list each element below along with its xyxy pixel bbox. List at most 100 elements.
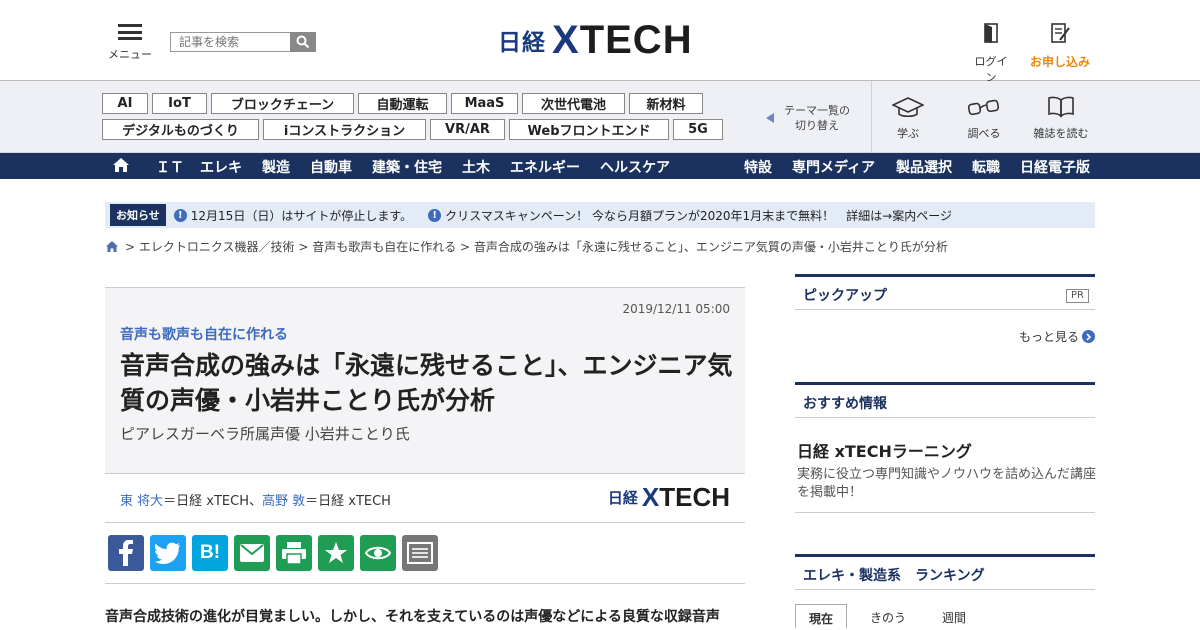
nav-item-healthcare[interactable]: ヘルスケア — [600, 157, 670, 177]
mail-icon — [240, 544, 264, 562]
theme-tag-maas[interactable]: MaaS — [451, 93, 518, 114]
article-title: 音声合成の強みは「永遠に残せること」、エンジニア気質の声優・小岩井ことり氏が分析 — [120, 351, 733, 415]
theme-tag-i-construction[interactable]: iコンストラクション — [263, 119, 426, 140]
recommend-title: おすすめ情報 — [803, 396, 887, 412]
author-line: 東 将大＝日経 xTECH、高野 敦＝日経 xTECH — [120, 494, 391, 509]
logo-nikkei: 日経 — [498, 30, 546, 56]
tab-weekly[interactable]: 週間 — [929, 604, 979, 628]
apply-button[interactable]: お申し込み — [1029, 22, 1091, 70]
nav-item-products[interactable]: 製品選択 — [896, 157, 952, 177]
nav-item-civil[interactable]: 土木 — [462, 157, 490, 177]
nav-item-nikkei-digital[interactable]: 日経電子版 — [1020, 157, 1090, 177]
nav-item-automotive[interactable]: 自動車 — [310, 157, 352, 177]
theme-tag-blockchain[interactable]: ブロックチェーン — [211, 93, 354, 114]
author-link[interactable]: 東 将大 — [120, 494, 163, 509]
nav-item-jobs[interactable]: 転職 — [972, 157, 1000, 177]
login-button[interactable]: ログイン — [970, 22, 1012, 85]
theme-tag-battery[interactable]: 次世代電池 — [522, 93, 625, 114]
sidebar-recommend: おすすめ情報 日経 xTECHラーニング 実務に役立つ専門知識やノウハウを詰め込… — [795, 382, 1096, 522]
theme-switch-button[interactable]: テーマ一覧の 切り替え — [766, 103, 850, 133]
author-link[interactable]: 高野 敦 — [262, 494, 305, 509]
menu-label: メニュー — [108, 48, 152, 61]
arrow-left-icon — [766, 113, 774, 123]
article-lead: 音声合成技術の進化が目覚ましい。しかし、それを支えているのは声優などによる良質な… — [105, 609, 720, 625]
theme-bar: AI IoT ブロックチェーン 自動運転 MaaS 次世代電池 新材料 デジタル… — [0, 81, 1200, 153]
sidebar-pickup: ピックアップ PR もっと見る — [795, 274, 1095, 354]
star-icon — [325, 542, 347, 563]
watch-button[interactable] — [360, 535, 396, 571]
theme-tag-ai[interactable]: AI — [102, 93, 148, 114]
printer-icon — [282, 542, 306, 564]
theme-switch-label: テーマ一覧の 切り替え — [784, 104, 850, 132]
breadcrumb-item-current: 音声合成の強みは「永遠に残せること」、エンジニア気質の声優・小岩井ことり氏が分析 — [473, 240, 948, 254]
search-button[interactable] — [290, 32, 316, 52]
document-icon — [407, 542, 433, 564]
logo-xtech: XTECH — [552, 18, 693, 62]
info-icon: ! — [428, 208, 442, 222]
site-logo[interactable]: 日経 XTECH — [498, 20, 693, 60]
notice-item-outage[interactable]: 12月15日（日）はサイトが停止します。 — [191, 207, 412, 224]
article-series-link[interactable]: 音声も歌声も自在に作れる — [120, 324, 288, 344]
article-header: 2019/12/11 05:00 音声も歌声も自在に作れる 音声合成の強みは「永… — [105, 287, 745, 473]
nav-item-energy[interactable]: エネルギー — [510, 157, 580, 177]
mail-share-button[interactable] — [234, 535, 270, 571]
divider — [795, 512, 1095, 513]
tab-now[interactable]: 現在 — [795, 604, 848, 628]
nav-item-media[interactable]: 専門メディア — [792, 157, 875, 177]
site-header: メニュー 日経 XTECH ログイン お申し込み — [0, 0, 1200, 84]
form-icon — [1051, 23, 1070, 43]
recommend-item-title[interactable]: 日経 xTECHラーニング — [797, 438, 972, 462]
theme-tag-digital-manufacturing[interactable]: デジタルものづくり — [102, 119, 259, 140]
nav-item-electronics[interactable]: エレキ — [200, 157, 242, 177]
notice-bar: お知らせ ! 12月15日（日）はサイトが停止します。 ! クリスマスキャンペー… — [105, 202, 1095, 228]
search-box — [170, 32, 316, 52]
tab-yesterday[interactable]: きのう — [857, 604, 919, 628]
menu-button[interactable]: メニュー — [108, 24, 152, 62]
breadcrumb-item-series[interactable]: 音声も歌声も自在に作れる — [312, 238, 456, 255]
door-icon — [984, 23, 998, 43]
notice-item-campaign[interactable]: クリスマスキャンペーン！ 今なら月額プランが2020年1月末まで無料！ 詳細は→… — [445, 207, 952, 224]
theme-tag-autonomous-driving[interactable]: 自動運転 — [358, 93, 447, 114]
favorite-button[interactable] — [318, 535, 354, 571]
pr-badge: PR — [1066, 289, 1089, 303]
read-magazine-button[interactable]: 雑誌を読む — [1033, 95, 1089, 141]
facebook-share-button[interactable] — [108, 535, 144, 571]
book-icon — [1048, 96, 1074, 118]
byline-logo: 日経 XTECH — [607, 482, 730, 512]
nav-item-special[interactable]: 特設 — [744, 157, 772, 177]
nav-item-it[interactable]: ＩＴ — [156, 157, 184, 177]
twitter-share-button[interactable] — [150, 535, 186, 571]
theme-tag-vr-ar[interactable]: VR/AR — [430, 119, 505, 140]
search-input[interactable] — [170, 32, 290, 52]
chevron-right-icon — [1082, 330, 1095, 343]
facebook-icon — [119, 540, 133, 566]
breadcrumb-item-electronics[interactable]: エレクトロニクス機器／技術 — [139, 238, 295, 255]
learn-button[interactable]: 学ぶ — [880, 95, 936, 141]
share-buttons: B! — [108, 535, 438, 571]
theme-tag-iot[interactable]: IoT — [152, 93, 207, 114]
glasses-icon — [967, 99, 1000, 116]
home-icon[interactable] — [112, 157, 130, 173]
more-link[interactable]: もっと見る — [1019, 328, 1095, 345]
hamburger-icon — [118, 24, 142, 40]
recommend-header: おすすめ情報 — [795, 382, 1095, 418]
eye-icon — [365, 546, 391, 560]
comment-button[interactable] — [402, 535, 438, 571]
theme-tag-5g[interactable]: 5G — [673, 119, 723, 140]
nav-item-architecture[interactable]: 建築・住宅 — [372, 157, 442, 177]
print-button[interactable] — [276, 535, 312, 571]
divider — [871, 81, 872, 153]
pickup-title: ピックアップ — [803, 288, 887, 304]
ranking-header: エレキ・製造系 ランキング — [795, 554, 1095, 590]
search-research-button[interactable]: 調べる — [956, 95, 1012, 141]
theme-tag-web-frontend[interactable]: Webフロントエンド — [509, 119, 669, 140]
info-icon: ! — [173, 208, 187, 222]
theme-tag-materials[interactable]: 新材料 — [629, 93, 703, 114]
nav-item-manufacturing[interactable]: 製造 — [262, 157, 290, 177]
twitter-icon — [155, 542, 180, 564]
hatena-bookmark-button[interactable]: B! — [192, 535, 228, 571]
breadcrumb: > エレクトロニクス機器／技術 > 音声も歌声も自在に作れる > 音声合成の強み… — [105, 238, 948, 255]
article-byline: 東 将大＝日経 xTECH、高野 敦＝日経 xTECH 日経 XTECH — [105, 473, 745, 523]
search-icon — [296, 35, 310, 49]
home-icon[interactable] — [105, 240, 119, 253]
